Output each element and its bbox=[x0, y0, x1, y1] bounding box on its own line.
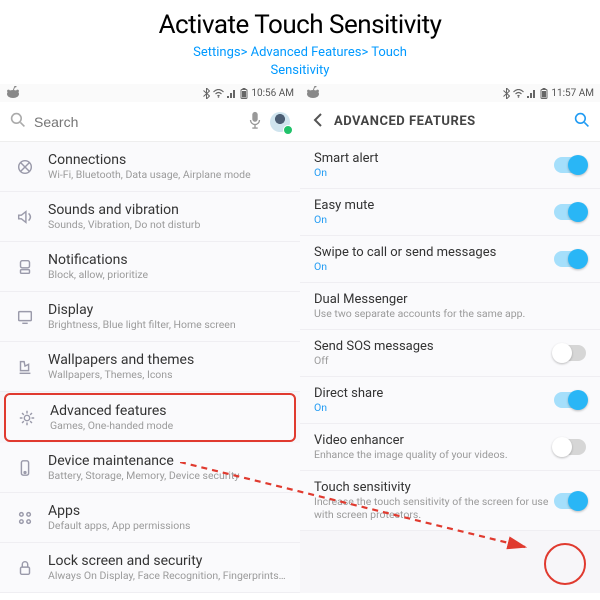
row-title: Direct share bbox=[314, 386, 554, 401]
breadcrumb-line-2: Sensitivity bbox=[0, 62, 600, 80]
battery-icon bbox=[240, 88, 248, 99]
row-title: Easy mute bbox=[314, 198, 554, 213]
toggle-switch[interactable] bbox=[554, 345, 586, 361]
status-time: 10:56 AM bbox=[251, 88, 294, 99]
row-title: Smart alert bbox=[314, 151, 554, 166]
signal-icon bbox=[227, 89, 237, 98]
status-bar: 10:56 AM bbox=[0, 84, 300, 102]
wifi-icon bbox=[513, 89, 524, 98]
search-icon[interactable] bbox=[574, 112, 590, 132]
back-icon[interactable] bbox=[310, 112, 326, 132]
row-icon bbox=[12, 509, 38, 527]
row-icon bbox=[12, 208, 38, 226]
status-bar: 11:57 AM bbox=[300, 84, 600, 102]
toggle-switch[interactable] bbox=[554, 204, 586, 220]
bluetooth-icon bbox=[203, 88, 210, 99]
toggle-switch[interactable] bbox=[554, 392, 586, 408]
row-title: Swipe to call or send messages bbox=[314, 245, 554, 260]
row-subtitle: Wallpapers, Themes, Icons bbox=[48, 368, 286, 381]
row-subtitle: Sounds, Vibration, Do not disturb bbox=[48, 218, 286, 231]
row-title: Sounds and vibration bbox=[48, 202, 286, 218]
search-bar[interactable] bbox=[0, 102, 300, 142]
advanced-header: ADVANCED FEATURES bbox=[300, 102, 600, 142]
row-subtitle: On bbox=[314, 260, 554, 273]
feature-row-video-enhancer[interactable]: Video enhancerEnhance the image quality … bbox=[300, 424, 600, 471]
settings-row-apps[interactable]: AppsDefault apps, App permissions bbox=[0, 493, 300, 543]
search-icon bbox=[10, 112, 26, 132]
row-icon bbox=[12, 258, 38, 276]
row-title: Video enhancer bbox=[314, 433, 554, 448]
row-subtitle: On bbox=[314, 401, 554, 414]
row-subtitle: Block, allow, prioritize bbox=[48, 268, 286, 281]
feature-row-smart-alert[interactable]: Smart alertOn bbox=[300, 142, 600, 189]
settings-row-wallpapers-and-themes[interactable]: Wallpapers and themesWallpapers, Themes,… bbox=[0, 342, 300, 392]
row-subtitle: Default apps, App permissions bbox=[48, 519, 286, 532]
row-title: Apps bbox=[48, 503, 286, 519]
row-icon bbox=[14, 409, 40, 427]
row-title: Device maintenance bbox=[48, 453, 286, 469]
row-icon bbox=[12, 559, 38, 577]
row-subtitle: On bbox=[314, 213, 554, 226]
signal-icon bbox=[527, 89, 537, 98]
settings-row-notifications[interactable]: NotificationsBlock, allow, prioritize bbox=[0, 242, 300, 292]
row-title: Display bbox=[48, 302, 286, 318]
row-subtitle: On bbox=[314, 166, 554, 179]
row-icon bbox=[12, 308, 38, 326]
settings-row-sounds-and-vibration[interactable]: Sounds and vibrationSounds, Vibration, D… bbox=[0, 192, 300, 242]
advanced-header-label: ADVANCED FEATURES bbox=[334, 114, 476, 129]
toggle-switch[interactable] bbox=[554, 439, 586, 455]
row-title: Dual Messenger bbox=[314, 292, 586, 307]
row-subtitle: Battery, Storage, Memory, Device securit… bbox=[48, 469, 286, 482]
feature-row-swipe-to-call-or-send-messages[interactable]: Swipe to call or send messagesOn bbox=[300, 236, 600, 283]
row-subtitle: Increase the touch sensitivity of the sc… bbox=[314, 495, 554, 521]
battery-icon bbox=[540, 88, 548, 99]
toggle-switch[interactable] bbox=[554, 251, 586, 267]
feature-row-easy-mute[interactable]: Easy muteOn bbox=[300, 189, 600, 236]
wifi-icon bbox=[213, 89, 224, 98]
row-icon bbox=[12, 158, 38, 176]
screenshot-settings: 10:56 AM ConnectionsWi-Fi, Bluetooth, Da… bbox=[0, 84, 300, 593]
toggle-switch[interactable] bbox=[554, 493, 586, 509]
settings-row-display[interactable]: DisplayBrightness, Blue light filter, Ho… bbox=[0, 292, 300, 342]
row-icon bbox=[12, 358, 38, 376]
breadcrumb: Settings> Advanced Features> Touch Sensi… bbox=[0, 44, 600, 80]
row-subtitle: Use two separate accounts for the same a… bbox=[314, 307, 586, 320]
row-title: Connections bbox=[48, 152, 286, 168]
feature-row-touch-sensitivity[interactable]: Touch sensitivityIncrease the touch sens… bbox=[300, 471, 600, 531]
reddit-icon bbox=[306, 86, 320, 101]
row-title: Advanced features bbox=[50, 403, 284, 419]
mic-icon[interactable] bbox=[248, 111, 262, 133]
row-subtitle: Enhance the image quality of your videos… bbox=[314, 448, 554, 461]
bluetooth-icon bbox=[503, 88, 510, 99]
row-icon bbox=[12, 459, 38, 477]
breadcrumb-line-1: Settings> Advanced Features> Touch bbox=[0, 44, 600, 62]
row-subtitle: Off bbox=[314, 354, 554, 367]
status-time: 11:57 AM bbox=[551, 88, 594, 99]
row-title: Touch sensitivity bbox=[314, 480, 554, 495]
row-title: Lock screen and security bbox=[48, 553, 286, 569]
search-input[interactable] bbox=[34, 114, 240, 130]
row-title: Send SOS messages bbox=[314, 339, 554, 354]
settings-row-connections[interactable]: ConnectionsWi-Fi, Bluetooth, Data usage,… bbox=[0, 142, 300, 192]
reddit-icon bbox=[6, 86, 20, 101]
row-title: Wallpapers and themes bbox=[48, 352, 286, 368]
avatar[interactable] bbox=[270, 112, 290, 132]
toggle-switch[interactable] bbox=[554, 157, 586, 173]
settings-row-lock-screen-and-security[interactable]: Lock screen and securityAlways On Displa… bbox=[0, 543, 300, 593]
feature-row-direct-share[interactable]: Direct shareOn bbox=[300, 377, 600, 424]
row-subtitle: Brightness, Blue light filter, Home scre… bbox=[48, 318, 286, 331]
settings-row-advanced-features[interactable]: Advanced featuresGames, One-handed mode bbox=[4, 393, 296, 442]
page-title: Activate Touch Sensitivity bbox=[0, 10, 600, 40]
row-subtitle: Always On Display, Face Recognition, Fin… bbox=[48, 569, 286, 582]
page-header: Activate Touch Sensitivity Settings> Adv… bbox=[0, 0, 600, 84]
row-subtitle: Wi-Fi, Bluetooth, Data usage, Airplane m… bbox=[48, 168, 286, 181]
row-subtitle: Games, One-handed mode bbox=[50, 419, 284, 432]
settings-row-device-maintenance[interactable]: Device maintenanceBattery, Storage, Memo… bbox=[0, 443, 300, 493]
feature-row-send-sos-messages[interactable]: Send SOS messagesOff bbox=[300, 330, 600, 377]
row-title: Notifications bbox=[48, 252, 286, 268]
screenshot-advanced-features: 11:57 AM ADVANCED FEATURES Smart alertOn… bbox=[300, 84, 600, 593]
feature-row-dual-messenger[interactable]: Dual MessengerUse two separate accounts … bbox=[300, 283, 600, 330]
